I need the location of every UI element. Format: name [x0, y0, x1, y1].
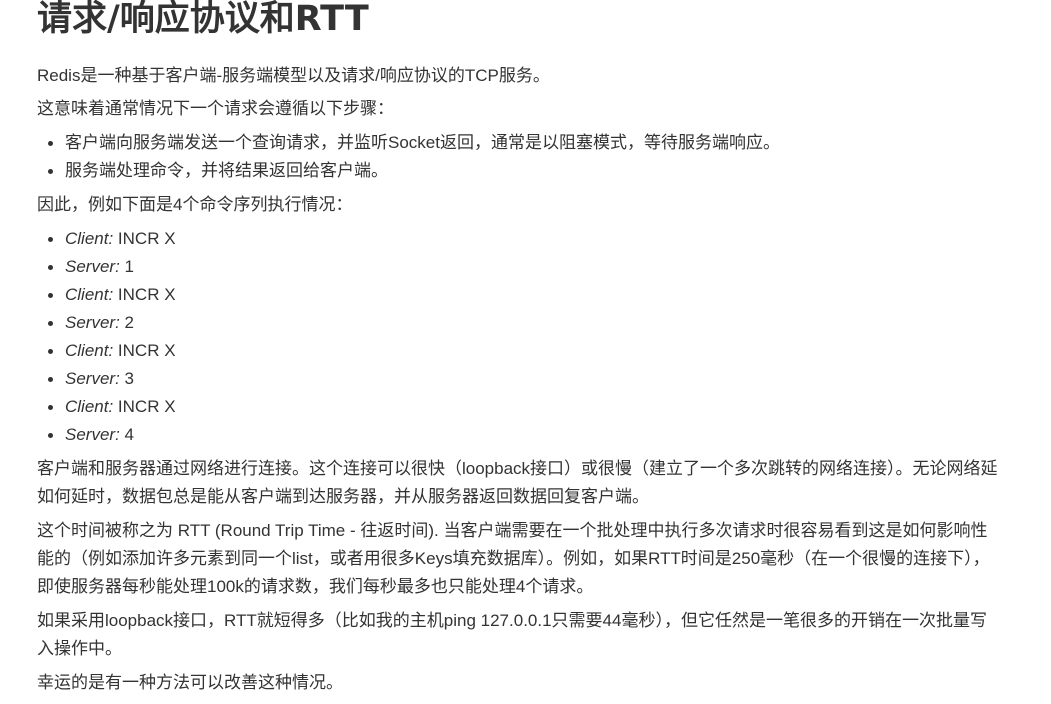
steps-intro-paragraph: 这意味着通常情况下一个请求会遵循以下步骤： [37, 99, 394, 118]
list-item: Client: INCR X [48, 281, 1051, 309]
role-label: Client: [65, 397, 114, 416]
sequence-intro-paragraph: 因此，例如下面是4个命令序列执行情况： [37, 195, 353, 214]
role-label: Server: [65, 425, 120, 444]
list-item: Client: INCR X [48, 393, 1051, 421]
role-label: Server: [65, 313, 120, 332]
network-paragraph: 客户端和服务器通过网络进行连接。这个连接可以很快（loopback接口）或很慢（… [37, 459, 998, 506]
loopback-paragraph: 如果采用loopback接口，RTT就短得多（比如我的主机ping 127.0.… [37, 611, 987, 658]
list-item: 客户端向服务端发送一个查询请求，并监听Socket返回，通常是以阻塞模式，等待服… [48, 129, 1051, 157]
document-page: 请求/响应协议和RTT Redis是一种基于客户端-服务端模型以及请求/响应协议… [0, 0, 1051, 704]
role-label: Server: [65, 257, 120, 276]
command-text: 1 [119, 257, 134, 276]
command-text: 3 [119, 369, 134, 388]
command-text: INCR X [113, 341, 176, 360]
role-label: Client: [65, 285, 114, 304]
list-item: Server: 3 [48, 365, 1051, 393]
list-item: Server: 2 [48, 309, 1051, 337]
rtt-paragraph: 这个时间被称之为 RTT (Round Trip Time - 往返时间). 当… [37, 521, 990, 596]
role-label: Server: [65, 369, 120, 388]
command-sequence-list: Client: INCR X Server: 1 Client: INCR X … [37, 225, 1051, 449]
command-text: 4 [119, 425, 134, 444]
list-item: Server: 1 [48, 253, 1051, 281]
list-item: 服务端处理命令，并将结果返回给客户端。 [48, 157, 1051, 185]
list-item: Server: 4 [48, 421, 1051, 449]
role-label: Client: [65, 341, 114, 360]
role-label: Client: [65, 229, 114, 248]
steps-list: 客户端向服务端发送一个查询请求，并监听Socket返回，通常是以阻塞模式，等待服… [37, 129, 1051, 185]
command-text: INCR X [113, 285, 176, 304]
list-item: Client: INCR X [48, 337, 1051, 365]
intro-paragraph: Redis是一种基于客户端-服务端模型以及请求/响应协议的TCP服务。 [37, 66, 550, 85]
command-text: 2 [119, 313, 134, 332]
list-item: Client: INCR X [48, 225, 1051, 253]
page-title: 请求/响应协议和RTT [37, 0, 369, 39]
command-text: INCR X [113, 397, 176, 416]
conclusion-paragraph: 幸运的是有一种方法可以改善这种情况。 [37, 673, 343, 692]
command-text: INCR X [113, 229, 176, 248]
